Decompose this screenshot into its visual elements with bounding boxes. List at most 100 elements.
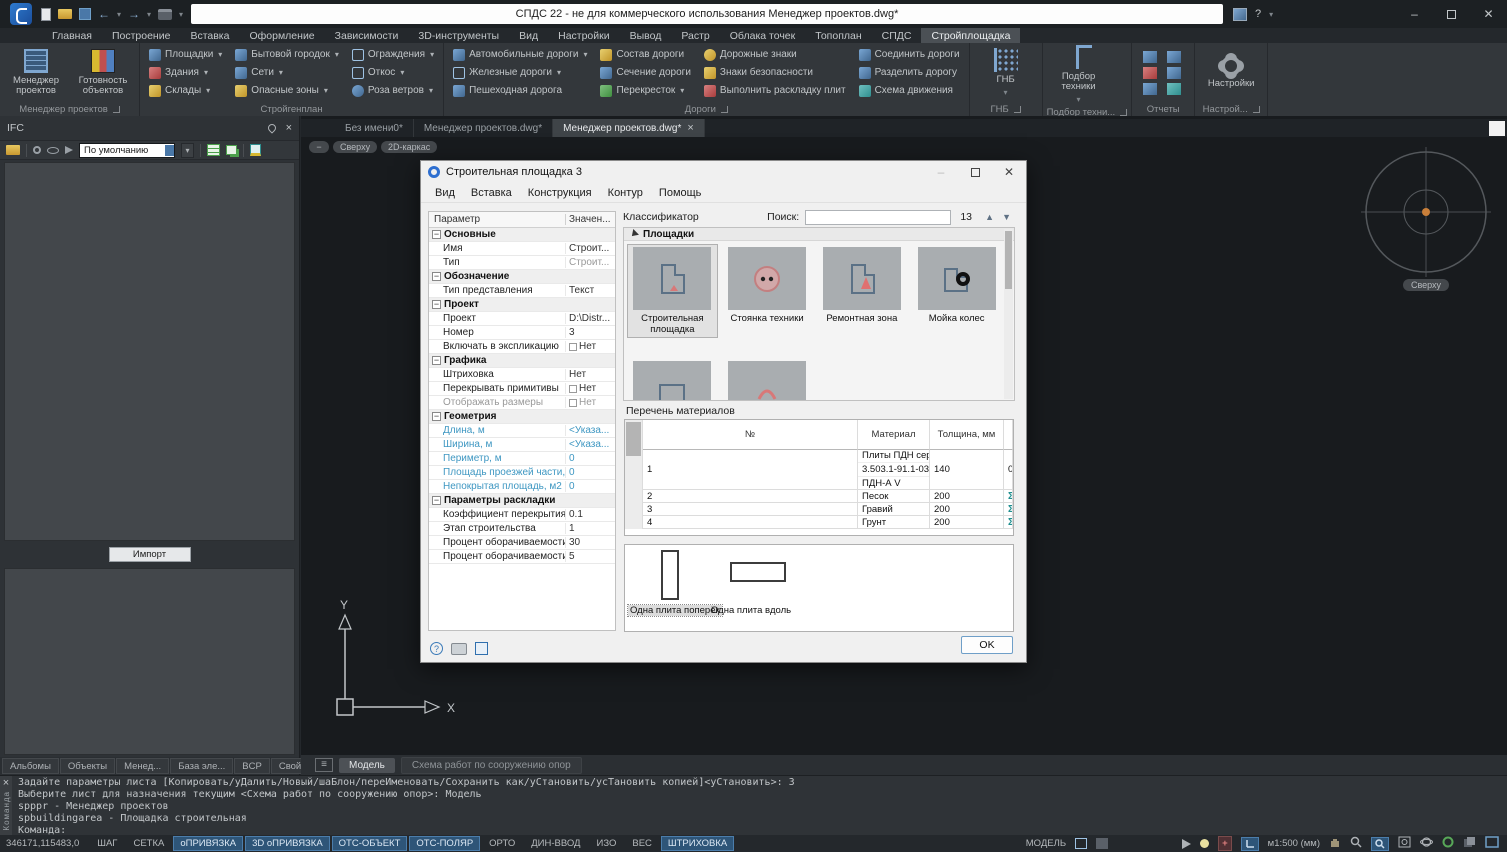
networks-button[interactable]: Сети: [235, 66, 339, 80]
viewport-lock-icon[interactable]: [1075, 838, 1087, 849]
tab-stroyploshchadka[interactable]: Стройплощадка: [921, 28, 1020, 43]
workspace-grid-icon[interactable]: [1233, 8, 1247, 21]
save-file-icon[interactable]: [79, 8, 91, 20]
doc-tab-unnamed[interactable]: Без имени0*: [335, 119, 414, 137]
menu-pomoshch[interactable]: Помощь: [651, 185, 710, 201]
checkbox[interactable]: [569, 385, 577, 393]
param-row[interactable]: Этап строительства1: [429, 522, 615, 536]
tab-oblaka-tochek[interactable]: Облака точек: [720, 28, 805, 43]
layout-menu-icon[interactable]: ≡: [315, 758, 333, 772]
buildings-button[interactable]: Здания: [149, 66, 222, 80]
undo-dropdown-icon[interactable]: ▾: [117, 10, 121, 19]
dialog-close-button[interactable]: ✕: [992, 161, 1026, 183]
ifc-filter-dropdown-button[interactable]: ▾: [181, 143, 194, 158]
param-row[interactable]: Коэффициент перекрытия0.1: [429, 508, 615, 522]
join-roads-button[interactable]: Соединить дороги: [859, 48, 960, 62]
classifier-group-header[interactable]: Площадки: [624, 228, 1014, 241]
panel-close-icon[interactable]: ×: [286, 122, 292, 134]
object-readiness-button[interactable]: Готовность объектов: [72, 49, 134, 96]
plate-vertical-option[interactable]: [661, 550, 679, 600]
param-row[interactable]: Тип представленияТекст: [429, 284, 615, 298]
ifc-search-icon[interactable]: [33, 146, 41, 154]
classifier-item-wheel-wash[interactable]: Мойка колес: [912, 245, 1001, 337]
classifier-item-machinery-parking[interactable]: Стоянка техники: [723, 245, 812, 337]
param-group[interactable]: Графика: [429, 354, 615, 368]
ifc-export-icon[interactable]: [250, 144, 261, 156]
tab-topoplan[interactable]: Топоплан: [805, 28, 871, 43]
plate-horizontal-label[interactable]: Одна плита вдоль: [711, 605, 791, 616]
tab-bcp[interactable]: BCP: [234, 758, 270, 774]
tab-menedzher[interactable]: Менед...: [116, 758, 169, 774]
row2-thickness[interactable]: 200: [930, 490, 1004, 503]
lightbulb-icon[interactable]: [1200, 839, 1209, 848]
open-file-icon[interactable]: [58, 9, 72, 19]
zoom-window-toggle[interactable]: [1371, 837, 1389, 851]
toggle-3d-osnap[interactable]: 3D оПРИВЯЗКА: [245, 836, 330, 851]
minimize-button[interactable]: –: [1396, 1, 1433, 27]
sites-button[interactable]: Площадки: [149, 48, 222, 62]
search-down-icon[interactable]: ▼: [998, 212, 1015, 222]
slope-button[interactable]: Откос: [352, 66, 434, 80]
param-row[interactable]: Перекрывать примитивыНет: [429, 382, 615, 396]
report-export-icon[interactable]: [1143, 67, 1157, 79]
layout-tab-scheme[interactable]: Схема работ по сооружению опор: [401, 757, 582, 774]
classifier-item-repair-zone[interactable]: Ремонтная зона: [818, 245, 907, 337]
param-row[interactable]: Процент оборачиваемости 2, %5: [429, 550, 615, 564]
tab-vid[interactable]: Вид: [509, 28, 548, 43]
toggle-ortho[interactable]: ОРТО: [482, 836, 522, 851]
collapse-icon[interactable]: [432, 230, 441, 239]
road-composition-button[interactable]: Состав дороги: [600, 48, 690, 62]
row1-thickness[interactable]: 140: [930, 450, 1004, 490]
ifc-table-icon[interactable]: [207, 144, 220, 156]
new-file-icon[interactable]: [41, 8, 51, 21]
dialog-title-bar[interactable]: Строительная площадка 3 – ✕: [421, 161, 1026, 183]
param-row[interactable]: ТипСтроит...: [429, 256, 615, 270]
param-row[interactable]: ПроектD:\Distr...: [429, 312, 615, 326]
param-row[interactable]: Площадь проезжей части, м20: [429, 466, 615, 480]
fullscreen-icon[interactable]: [1485, 836, 1499, 851]
param-row[interactable]: Отображать размерыНет: [429, 396, 615, 410]
toggle-iso[interactable]: ИЗО: [590, 836, 624, 851]
tab-baza-elementov[interactable]: База эле...: [170, 758, 233, 774]
panel-launcher-icon[interactable]: [1014, 106, 1021, 113]
tech-selection-button[interactable]: Подбор техники ▾: [1048, 45, 1110, 105]
row1-material[interactable]: Плиты ПДН серия 3.503.1-91 3.503.1-91.1-…: [858, 450, 930, 490]
materials-scrollbar[interactable]: [625, 420, 643, 529]
view-direction-pill[interactable]: Сверху: [333, 141, 377, 153]
param-group[interactable]: Параметры раскладки: [429, 494, 615, 508]
tab-zavisimosti[interactable]: Зависимости: [325, 28, 409, 43]
toggle-hatch[interactable]: ШТРИХОВКА: [661, 836, 734, 851]
report-list-icon[interactable]: [1167, 67, 1181, 79]
panel-launcher-icon[interactable]: [721, 106, 728, 113]
fences-button[interactable]: Ограждения: [352, 48, 434, 62]
command-prompt[interactable]: Команда:: [18, 825, 1501, 835]
param-row[interactable]: Номер3: [429, 326, 615, 340]
report-sheet-icon[interactable]: [1143, 83, 1157, 95]
panel-launcher-icon[interactable]: [1253, 106, 1260, 113]
toggle-otrack-object[interactable]: ОТС-ОБЪЕКТ: [332, 836, 408, 851]
pan-icon[interactable]: [1329, 836, 1341, 851]
visual-style-pill[interactable]: 2D-каркас: [381, 141, 437, 153]
doc-tab-close-icon[interactable]: ×: [687, 122, 693, 134]
collapse-icon[interactable]: [432, 272, 441, 281]
row4-material[interactable]: Грунт: [858, 516, 930, 529]
toggle-grid[interactable]: СЕТКА: [126, 836, 171, 851]
ifc-tree-area[interactable]: [4, 162, 295, 541]
cursor-settings-icon[interactable]: [1182, 839, 1191, 849]
param-row[interactable]: Непокрытая площадь, м20: [429, 480, 615, 494]
param-row[interactable]: Периметр, м0: [429, 452, 615, 466]
save-template-icon[interactable]: [475, 642, 488, 655]
road-section-button[interactable]: Сечение дороги: [600, 66, 690, 80]
canvas-scroll-thumb[interactable]: [1489, 121, 1505, 136]
report-icon[interactable]: [1143, 51, 1157, 63]
menu-vid[interactable]: Вид: [427, 185, 463, 201]
safety-signs-button[interactable]: Знаки безопасности: [704, 66, 846, 80]
classifier-item-partial[interactable]: [628, 359, 717, 401]
menu-konstrukciya[interactable]: Конструкция: [520, 185, 600, 201]
rail-roads-button[interactable]: Железные дороги: [453, 66, 587, 80]
pin-icon[interactable]: [266, 122, 277, 133]
doc-tab-manager-1[interactable]: Менеджер проектов.dwg*: [414, 119, 553, 137]
preview-icon[interactable]: [451, 643, 467, 655]
record-icon[interactable]: [1442, 836, 1454, 851]
annotation-icon[interactable]: [1096, 838, 1108, 849]
